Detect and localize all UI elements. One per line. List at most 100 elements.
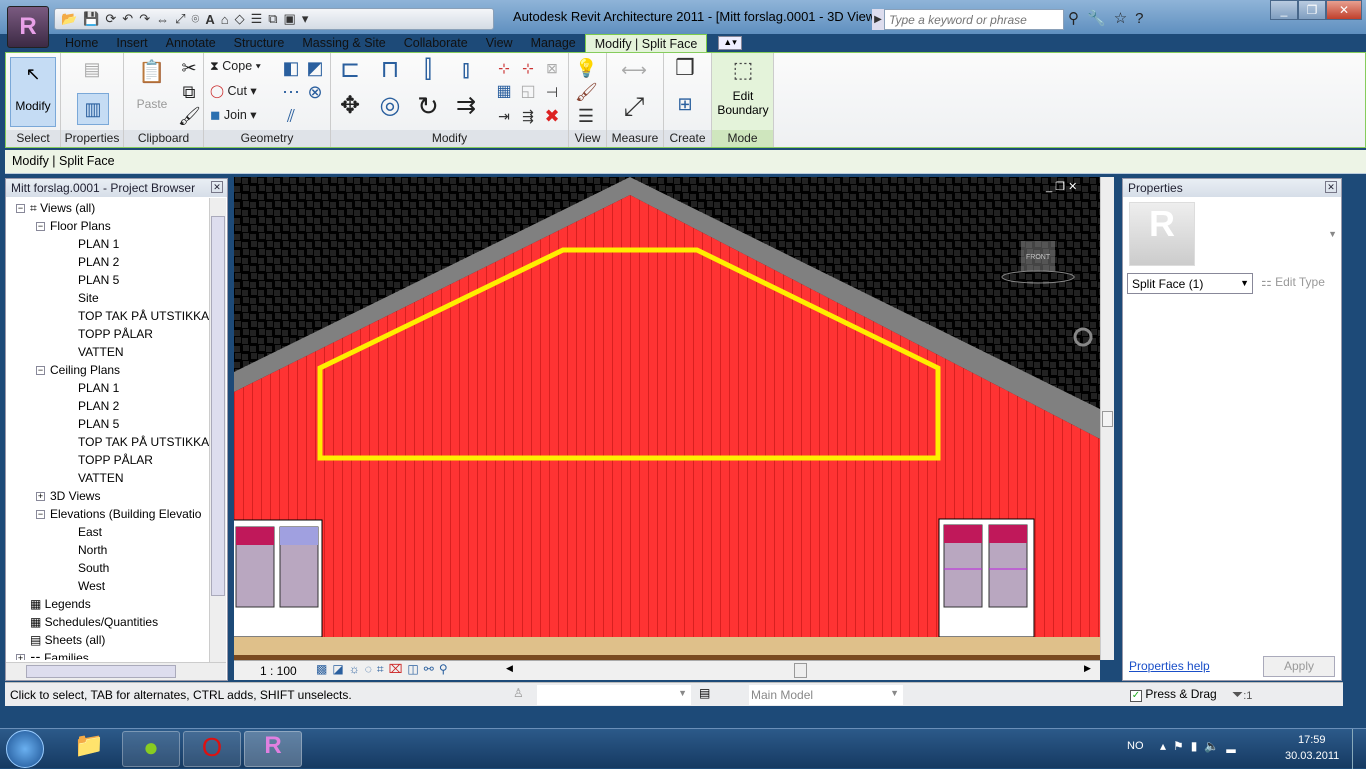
mirror-draw-axis-icon[interactable]: ⫾	[455, 58, 477, 82]
wall-joins-icon[interactable]: ⋯	[280, 81, 302, 103]
close-browser-icon[interactable]: ✕	[211, 181, 223, 193]
create-group-icon[interactable]: ⊞	[674, 93, 696, 115]
tab-home[interactable]: Home	[56, 34, 107, 53]
text-icon[interactable]: A	[205, 12, 214, 27]
browser-item[interactable]: Site	[78, 289, 99, 307]
edit-type-button[interactable]: ⚏ Edit Type	[1261, 275, 1325, 289]
shadows-icon[interactable]: ◌	[365, 662, 377, 676]
start-button[interactable]	[6, 730, 44, 768]
tab-manage[interactable]: Manage	[522, 34, 585, 53]
browser-item[interactable]: PLAN 5	[78, 415, 119, 433]
tab-annotate[interactable]: Annotate	[157, 34, 225, 53]
rotate-icon[interactable]: ↻	[417, 93, 439, 119]
viewport-vertical-scrollbar[interactable]	[1100, 177, 1114, 660]
offset-icon[interactable]: ⊓	[379, 58, 401, 82]
workset-dropdown[interactable]: ▼	[537, 685, 691, 705]
sun-path-icon[interactable]: ☼	[349, 662, 365, 676]
properties-help-link[interactable]: Properties help	[1129, 659, 1210, 673]
browser-item[interactable]: TOP TAK PÅ UTSTIKKA	[78, 307, 209, 325]
browser-item[interactable]: − ⌗ Views (all)	[16, 199, 95, 217]
browser-item[interactable]: +3D Views	[36, 487, 100, 505]
paste-button[interactable]: 📋 Paste	[134, 59, 170, 111]
browser-item[interactable]: North	[78, 541, 107, 559]
trim-multiple-icon[interactable]: ⇶	[517, 105, 539, 127]
visual-style-icon[interactable]: ◪	[332, 662, 348, 676]
browser-item[interactable]: East	[78, 523, 102, 541]
design-option-dropdown[interactable]: Main Model ▼	[749, 685, 903, 705]
browser-item[interactable]: PLAN 2	[78, 397, 119, 415]
scale-icon[interactable]: ◱	[517, 81, 539, 103]
aligned-dimension-tool-icon[interactable]: ⤢	[617, 93, 651, 119]
type-selector-arrow[interactable]: ▼	[1328, 229, 1337, 239]
collapse-icon[interactable]: −	[16, 204, 25, 214]
collapse-icon[interactable]: −	[36, 510, 45, 520]
move-icon[interactable]: ✥	[339, 94, 361, 118]
viewport-window-controls[interactable]: _ ❐ ✕	[1045, 181, 1077, 193]
3d-viewport[interactable]: FRONT _ ❐ ✕	[234, 177, 1100, 660]
array-icon[interactable]: ▦	[493, 81, 515, 103]
apply-button[interactable]: Apply	[1263, 656, 1335, 677]
aligned-dimension-icon[interactable]: ⤢	[175, 11, 185, 27]
undo-icon[interactable]: ↶	[122, 11, 133, 27]
browser-item[interactable]: TOP TAK PÅ UTSTIKKA	[78, 433, 209, 451]
scroll-right-arrow[interactable]: ▶	[1084, 663, 1091, 674]
collapse-icon[interactable]: −	[36, 366, 45, 376]
tab-insert[interactable]: Insert	[107, 34, 156, 53]
linework-view-icon[interactable]: ☰	[575, 105, 597, 127]
crop-view-icon[interactable]: ⌗	[377, 662, 389, 676]
split-face-icon[interactable]: ◧	[280, 57, 302, 79]
help-icon[interactable]: ?	[1135, 10, 1151, 27]
reveal-hidden-icon[interactable]: ⚯	[424, 662, 439, 676]
tab-collaborate[interactable]: Collaborate	[395, 34, 477, 53]
filter-icon[interactable]: ⏷:1	[1232, 686, 1252, 703]
crop-region-icon[interactable]: ⌧	[389, 662, 408, 676]
browser-item[interactable]: − Elevations (Building Elevatio	[36, 505, 201, 523]
trim-extend-icon[interactable]: ⇉	[455, 94, 477, 118]
press-drag-checkbox[interactable]: ✓ Press & Drag	[1130, 687, 1217, 702]
save-icon[interactable]: 💾	[83, 11, 99, 27]
search-input[interactable]	[884, 9, 1064, 30]
browser-item[interactable]: − Floor Plans	[36, 217, 111, 235]
explorer-taskbar-icon[interactable]: 📁	[60, 731, 118, 767]
browser-item[interactable]: VATTEN	[78, 469, 124, 487]
browser-item[interactable]: PLAN 2	[78, 253, 119, 271]
tab-modify-split-face[interactable]: Modify | Split Face	[584, 34, 708, 53]
properties-palette-icon[interactable]: ▥	[77, 93, 109, 125]
join-button[interactable]: ◼ Join ▾	[210, 107, 257, 122]
tab-structure[interactable]: Structure	[225, 34, 294, 53]
ribbon-minimize-toggle[interactable]: ▲▾	[718, 36, 742, 50]
browser-item[interactable]: − Ceiling Plans	[36, 361, 120, 379]
copy-icon[interactable]: ⧉	[178, 81, 200, 103]
override-graphics-icon[interactable]: 🖌	[575, 81, 598, 103]
browser-horizontal-scrollbar[interactable]	[6, 662, 226, 680]
paint-icon[interactable]: ◩	[304, 57, 326, 79]
close-button[interactable]: ✕	[1326, 0, 1362, 20]
power-icon[interactable]: ▮	[1191, 739, 1205, 753]
tag-icon[interactable]: ⌾	[192, 11, 200, 27]
instance-filter-dropdown[interactable]: Split Face (1) ▼	[1127, 273, 1253, 294]
match-type-icon[interactable]: 🖌	[178, 105, 201, 127]
type-properties-icon[interactable]: ▤	[81, 58, 103, 80]
view-scale[interactable]: 1 : 100	[260, 664, 297, 678]
revit-taskbar-icon[interactable]: R	[244, 731, 302, 767]
linework-icon[interactable]: ⫽	[280, 105, 302, 127]
create-assembly-icon[interactable]: ❒	[674, 57, 696, 79]
split-element-icon[interactable]: ⊹	[493, 57, 515, 79]
3d-view-icon[interactable]: ⌂	[221, 12, 229, 27]
browser-item[interactable]: South	[78, 559, 109, 577]
unpin-icon[interactable]: ⊠	[541, 57, 563, 79]
browser-item[interactable]: PLAN 5	[78, 271, 119, 289]
show-desktop-button[interactable]	[1352, 729, 1366, 769]
show-hidden-icons[interactable]: ▴	[1160, 739, 1173, 753]
expand-icon[interactable]: +	[36, 492, 45, 502]
open-icon[interactable]: 📂	[61, 11, 77, 27]
browser-vertical-scrollbar[interactable]	[209, 198, 226, 662]
collapse-icon[interactable]: −	[36, 222, 45, 232]
browser-item[interactable]: PLAN 1	[78, 379, 119, 397]
customize-icon[interactable]: ▾	[302, 11, 309, 27]
pin-icon[interactable]: ⊣	[541, 81, 563, 103]
delete-icon[interactable]: ✖	[541, 105, 563, 127]
browser-item[interactable]: ▦ Schedules/Quantities	[16, 613, 158, 631]
edit-boundary-button[interactable]: ⬚ Edit Boundary	[716, 57, 770, 117]
tab-view[interactable]: View	[477, 34, 522, 53]
